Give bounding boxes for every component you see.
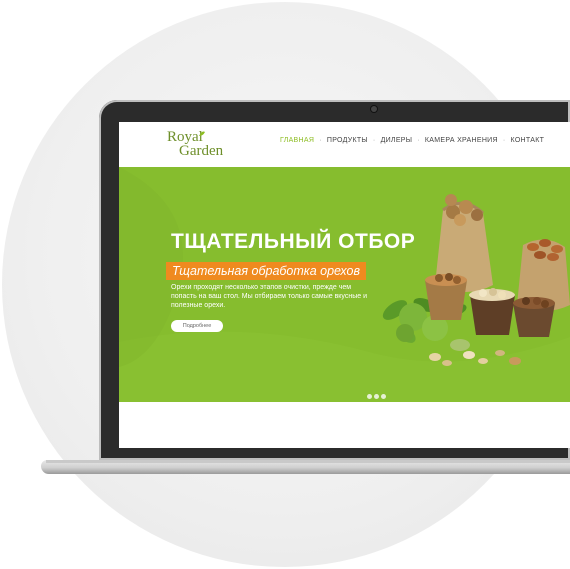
slider-dot-2[interactable] xyxy=(374,394,379,399)
laptop-screen: Royal Garden ГЛАВНАЯ · ПРОДУКТЫ · ДИЛЕРЫ · КАМ… xyxy=(119,122,570,448)
hero-title: ТЩАТЕЛЬНЫЙ ОТБОР xyxy=(171,230,416,253)
nav-item-contact[interactable]: КОНТАКТ xyxy=(511,137,545,144)
nav-separator: · xyxy=(372,137,376,144)
hero-description: Орехи проходят несколько этапов очистки,… xyxy=(171,284,367,309)
webcam-icon xyxy=(371,106,377,112)
leaf-icon xyxy=(199,131,205,136)
slider-dot-3[interactable] xyxy=(381,394,386,399)
page-content-area xyxy=(119,402,570,448)
hero-subtitle: Тщательная обработка орехов xyxy=(166,262,367,280)
nav-separator: · xyxy=(502,137,506,144)
nav-item-dealers[interactable]: ДИЛЕРЫ xyxy=(381,137,413,144)
nav-item-products[interactable]: ПРОДУКТЫ xyxy=(327,137,368,144)
slider-dot-1[interactable] xyxy=(367,394,372,399)
logo-text-royal: Royal xyxy=(167,129,203,145)
hero-slider: ТЩАТЕЛЬНЫЙ ОТБОР Тщательная обработка ор… xyxy=(119,167,570,402)
nav-item-storage[interactable]: КАМЕРА ХРАНЕНИЯ xyxy=(425,137,498,144)
nav-separator: · xyxy=(319,137,322,144)
nuts-image xyxy=(382,194,570,366)
main-nav: ГЛАВНАЯ · ПРОДУКТЫ · ДИЛЕРЫ · КАМЕРА ХРАНЕНИЯ ·… xyxy=(280,137,544,144)
nav-item-home[interactable]: ГЛАВНАЯ xyxy=(280,137,314,144)
site-header: Royal Garden ГЛАВНАЯ · ПРОДУКТЫ · ДИЛЕРЫ · КАМ… xyxy=(119,122,570,167)
laptop-base-edge xyxy=(46,460,570,463)
site-logo[interactable]: Royal Garden xyxy=(167,129,224,159)
nav-separator: · xyxy=(417,137,420,144)
more-button[interactable]: Подробнее xyxy=(171,320,223,332)
logo-text-garden: Garden xyxy=(179,143,224,159)
